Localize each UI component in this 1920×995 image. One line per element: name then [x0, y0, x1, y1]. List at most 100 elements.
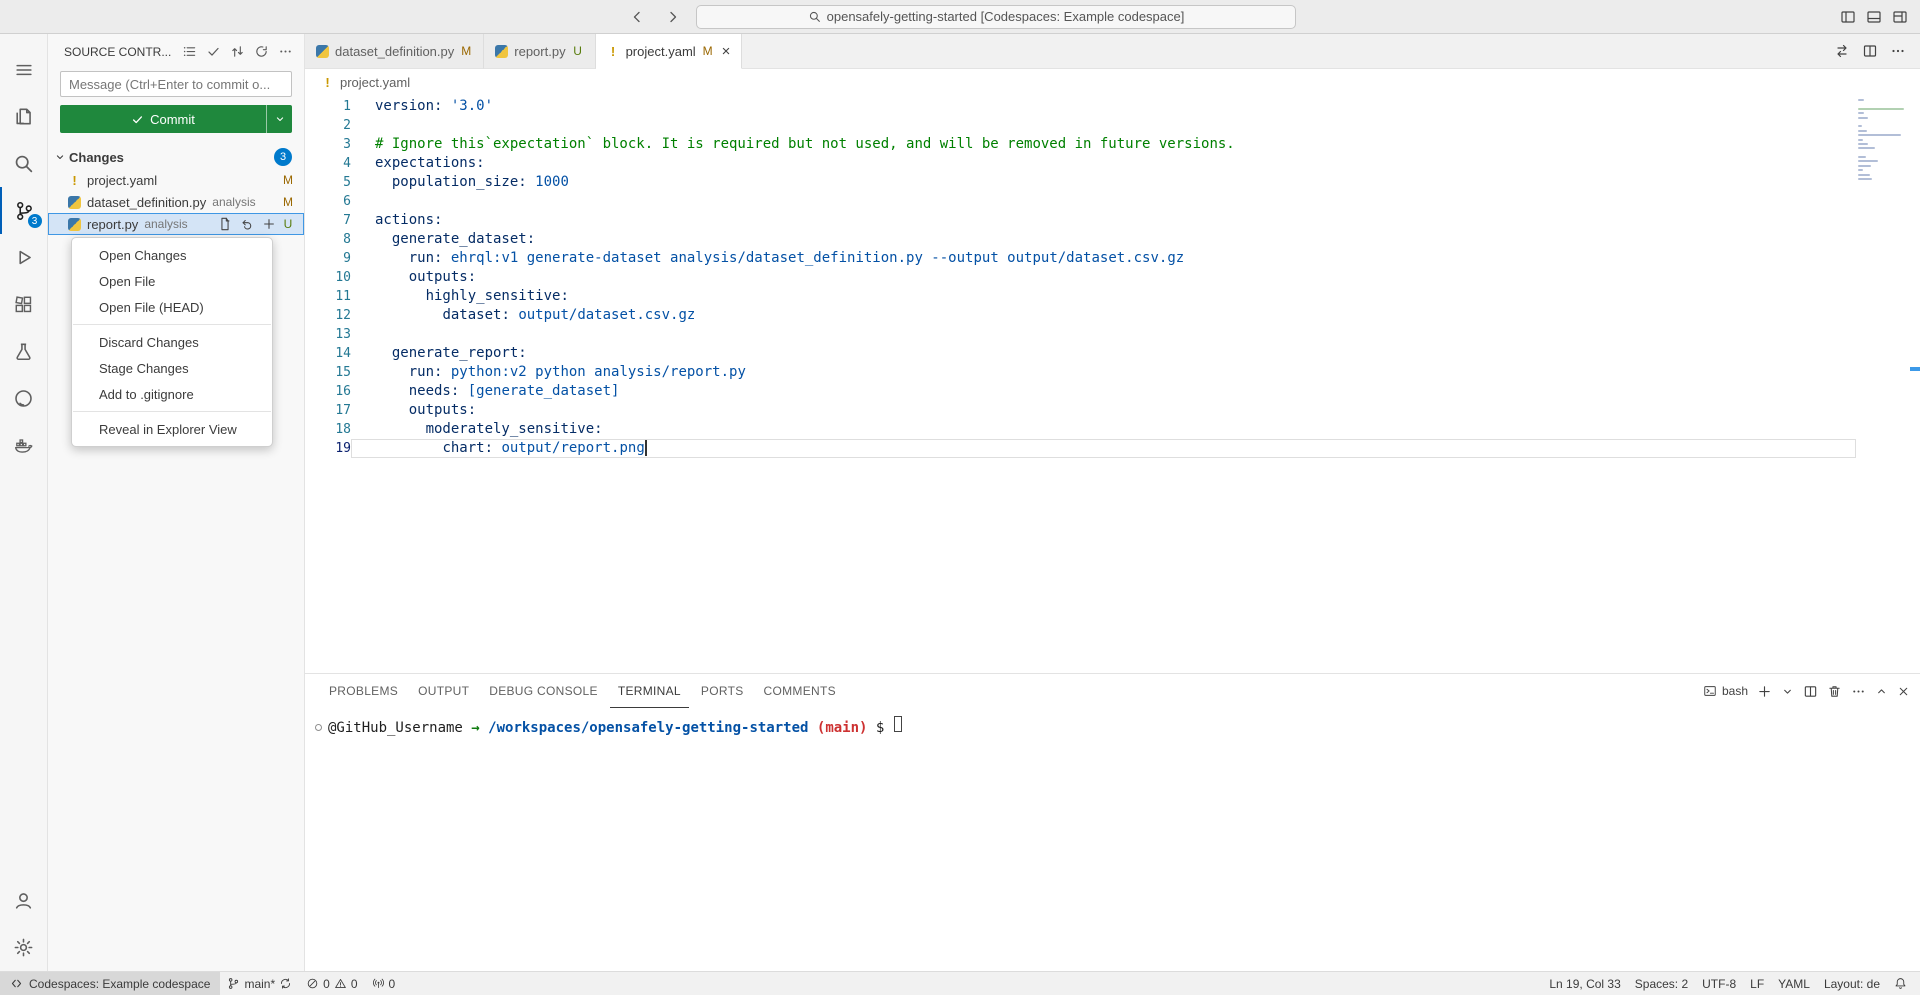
source-control-icon[interactable]: 3 — [0, 187, 48, 234]
commit-check-icon[interactable] — [202, 41, 224, 63]
commit-button-main[interactable]: Commit — [60, 105, 266, 133]
branch-status-item[interactable]: main* — [220, 972, 299, 995]
command-decoration-icon[interactable] — [315, 724, 322, 731]
ports-status-item[interactable]: 0 — [365, 972, 403, 995]
scm-file-row[interactable]: report.pyanalysisU — [48, 213, 304, 235]
close-tab-icon[interactable]: × — [722, 44, 731, 59]
maximize-panel-chevron-icon[interactable] — [1875, 685, 1888, 698]
toggle-panel-icon[interactable] — [1866, 9, 1882, 25]
explorer-icon[interactable] — [0, 93, 48, 140]
search-icon — [808, 10, 821, 23]
sync-icon[interactable] — [279, 977, 292, 990]
close-panel-icon[interactable] — [1897, 685, 1910, 698]
open-file-icon[interactable] — [216, 216, 233, 233]
menu-item[interactable]: Stage Changes — [72, 355, 272, 381]
remote-indicator[interactable]: Codespaces: Example codespace — [0, 972, 220, 995]
minimap-line — [1858, 147, 1875, 149]
changes-section-header[interactable]: Changes 3 — [48, 145, 304, 169]
extensions-icon[interactable] — [0, 281, 48, 328]
scm-badge: 3 — [27, 213, 43, 229]
toggle-sidebar-icon[interactable] — [1840, 9, 1856, 25]
keyboard-layout-item[interactable]: Layout: de — [1817, 972, 1887, 995]
terminal-text: @GitHub_Username — [328, 720, 463, 736]
panel-tab-terminal[interactable]: TERMINAL — [610, 674, 689, 708]
sync-changes-icon[interactable] — [226, 41, 248, 63]
menu-item[interactable]: Add to .gitignore — [72, 381, 272, 407]
git-status-badge: U — [282, 217, 294, 231]
customize-layout-icon[interactable] — [1892, 9, 1908, 25]
panel-more-actions-icon[interactable] — [1851, 684, 1866, 699]
shell-label: bash — [1722, 684, 1748, 698]
remote-label: Codespaces: Example codespace — [29, 977, 210, 991]
kill-terminal-trash-icon[interactable] — [1827, 684, 1842, 699]
line-number: 3 — [305, 135, 351, 154]
commit-button[interactable]: Commit — [60, 105, 292, 133]
problems-status-item[interactable]: 0 0 — [299, 972, 364, 995]
indentation-item[interactable]: Spaces: 2 — [1628, 972, 1695, 995]
github-icon[interactable] — [0, 375, 48, 422]
code-line: 13 — [305, 325, 1920, 344]
panel-tab-comments[interactable]: COMMENTS — [756, 674, 844, 708]
discard-changes-icon[interactable] — [238, 216, 255, 233]
cursor-position-item[interactable]: Ln 19, Col 33 — [1542, 972, 1627, 995]
code-editor[interactable]: 1version: '3.0'23# Ignore this`expectati… — [305, 95, 1920, 673]
split-editor-icon[interactable] — [1862, 43, 1878, 59]
breadcrumb-item[interactable]: project.yaml — [340, 75, 410, 90]
panel-tab-output[interactable]: OUTPUT — [410, 674, 477, 708]
split-terminal-icon[interactable] — [1803, 684, 1818, 699]
breadcrumb[interactable]: ! project.yaml — [305, 69, 1920, 95]
forward-arrow-icon[interactable] — [660, 4, 686, 30]
minimap-line — [1858, 99, 1864, 101]
menu-item[interactable]: Open File (HEAD) — [72, 294, 272, 320]
back-arrow-icon[interactable] — [624, 4, 650, 30]
menu-item[interactable]: Open Changes — [72, 242, 272, 268]
search-view-icon[interactable] — [0, 140, 48, 187]
settings-gear-icon[interactable] — [0, 924, 48, 971]
code-token: 1000 — [535, 174, 569, 190]
encoding-item[interactable]: UTF-8 — [1695, 972, 1743, 995]
menu-item[interactable]: Reveal in Explorer View — [72, 416, 272, 442]
editor-actions — [742, 34, 1920, 69]
menu-item[interactable]: Open File — [72, 268, 272, 294]
editor-tab[interactable]: report.pyU — [484, 34, 595, 69]
commit-dropdown-chevron-icon[interactable] — [266, 105, 292, 133]
check-icon — [131, 113, 144, 126]
run-debug-icon[interactable] — [0, 234, 48, 281]
terminal-dropdown-chevron-icon[interactable] — [1781, 685, 1794, 698]
commit-message-input[interactable] — [60, 71, 292, 97]
command-center-search[interactable]: opensafely-getting-started [Codespaces: … — [696, 5, 1296, 29]
code-line: 17 outputs: — [305, 401, 1920, 420]
menu-item[interactable]: Discard Changes — [72, 329, 272, 355]
more-actions-icon[interactable] — [1890, 43, 1906, 59]
menu-icon[interactable] — [0, 46, 48, 93]
scm-file-row[interactable]: !project.yamlM — [48, 169, 304, 191]
new-terminal-icon[interactable] — [1757, 684, 1772, 699]
account-icon[interactable] — [0, 877, 48, 924]
code-token — [375, 440, 442, 456]
panel-tab-problems[interactable]: PROBLEMS — [321, 674, 406, 708]
notifications-item[interactable] — [1887, 972, 1914, 995]
stage-changes-icon[interactable] — [260, 216, 277, 233]
open-changes-icon[interactable] — [1834, 43, 1850, 59]
refresh-icon[interactable] — [250, 41, 272, 63]
code-line: 3# Ignore this`expectation` block. It is… — [305, 135, 1920, 154]
panel-tab-ports[interactable]: PORTS — [693, 674, 752, 708]
testing-beaker-icon[interactable] — [0, 328, 48, 375]
minimap[interactable] — [1858, 99, 1906, 182]
editor-tab[interactable]: dataset_definition.pyM — [305, 34, 484, 69]
line-number: 4 — [305, 154, 351, 173]
tab-dirty-badge: M — [702, 44, 714, 58]
panel-tab-debug-console[interactable]: DEBUG CONSOLE — [481, 674, 606, 708]
terminal-instance[interactable]: bash — [1703, 684, 1748, 698]
docker-icon[interactable] — [0, 422, 48, 469]
language-mode-item[interactable]: YAML — [1771, 972, 1817, 995]
terminal-text: $ — [867, 720, 892, 736]
view-as-list-icon[interactable] — [178, 41, 200, 63]
code-text: highly_sensitive: — [351, 287, 1856, 306]
code-token — [375, 383, 409, 399]
terminal-view[interactable]: @GitHub_Username → /workspaces/opensafel… — [305, 708, 1920, 971]
scm-file-row[interactable]: dataset_definition.pyanalysisM — [48, 191, 304, 213]
editor-tab[interactable]: !project.yamlM× — [596, 34, 743, 69]
more-actions-icon[interactable] — [274, 41, 296, 63]
eol-item[interactable]: LF — [1743, 972, 1771, 995]
